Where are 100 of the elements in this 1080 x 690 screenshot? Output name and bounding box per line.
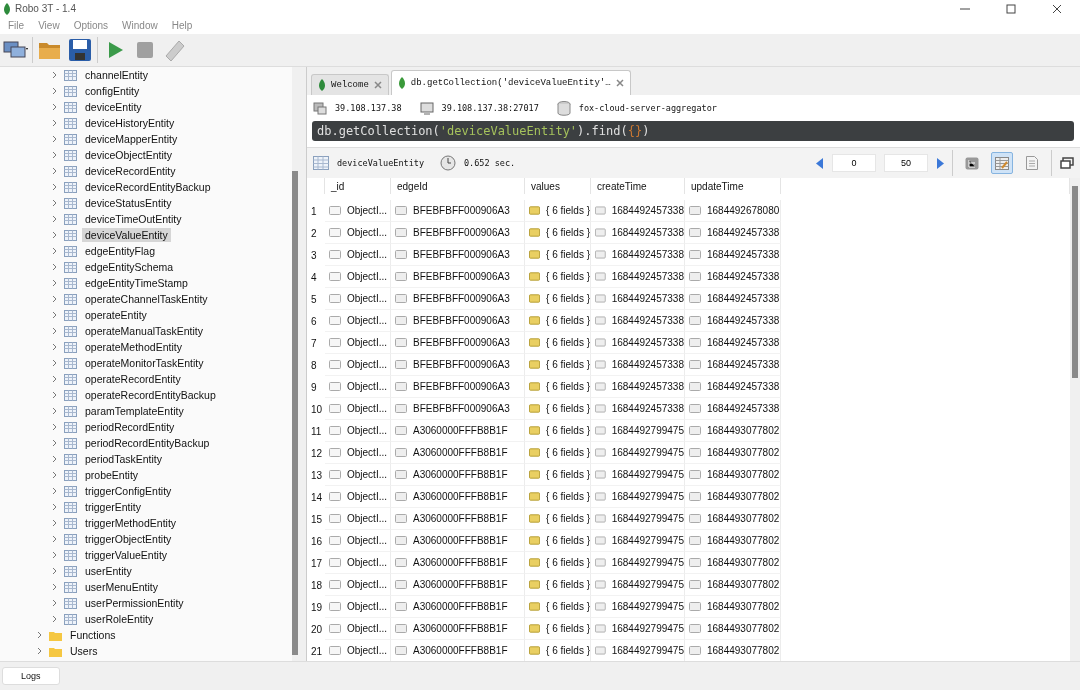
table-cell: A3060000FFFB8B1F xyxy=(413,601,508,612)
table-cell: 1684493077802 xyxy=(707,469,780,480)
tree-item[interactable]: periodTaskEntity xyxy=(82,452,166,466)
column-header[interactable]: _id xyxy=(328,180,345,192)
tree-item[interactable]: operateChannelTaskEntity xyxy=(82,292,211,306)
tree-item[interactable]: periodRecordEntityBackup xyxy=(82,436,213,450)
field-type-icon xyxy=(395,580,407,589)
tree-item[interactable]: Users xyxy=(67,644,101,658)
menu-item[interactable]: File xyxy=(2,20,33,31)
field-type-icon xyxy=(689,228,701,237)
table-cell: A3060000FFFB8B1F xyxy=(413,447,508,458)
table-cell: A3060000FFFB8B1F xyxy=(413,491,508,502)
column-header[interactable]: updateTime xyxy=(688,180,744,192)
table-cell: { 6 fields } xyxy=(546,491,590,502)
database-name: fox-cloud-server-aggregator xyxy=(578,103,717,113)
window-icon[interactable] xyxy=(1060,157,1074,169)
table-cell: 1684492457338 xyxy=(611,359,684,370)
row-number: 2 xyxy=(310,227,318,239)
tab-label: db.getCollection('deviceValueEntity'… xyxy=(410,78,611,88)
query-tab[interactable]: Welcome xyxy=(311,74,389,95)
tree-item[interactable]: operateRecordEntityBackup xyxy=(82,388,219,402)
query-tab[interactable]: db.getCollection('deviceValueEntity'… xyxy=(390,70,631,95)
row-number: 17 xyxy=(310,557,324,569)
table-icon xyxy=(64,261,77,273)
field-type-icon xyxy=(329,470,341,479)
tree-item[interactable]: operateRecordEntity xyxy=(82,372,184,386)
field-type-icon xyxy=(595,382,606,391)
tree-item[interactable]: operateMethodEntity xyxy=(82,340,185,354)
menu-item[interactable]: Window xyxy=(116,20,166,31)
menu-item[interactable]: Options xyxy=(67,20,117,31)
tree-item[interactable]: configEntity xyxy=(82,84,143,98)
leaf-icon xyxy=(397,77,406,89)
field-type-icon xyxy=(395,206,407,215)
tree-item[interactable]: deviceRecordEntityBackup xyxy=(82,180,214,194)
limit-field[interactable]: 50 xyxy=(884,154,928,172)
table-cell: ObjectI... xyxy=(347,579,387,590)
tree-item[interactable]: operateEntity xyxy=(82,308,150,322)
chevron-icon[interactable] xyxy=(36,631,44,639)
tree-item[interactable]: periodRecordEntity xyxy=(82,420,178,434)
scrollbar-thumb[interactable] xyxy=(292,171,298,655)
object-icon xyxy=(529,536,541,545)
table-cell: { 6 fields } xyxy=(546,337,590,348)
skip-field[interactable]: 0 xyxy=(832,154,876,172)
tree-item[interactable]: operateMonitorTaskEntity xyxy=(82,356,207,370)
tree-item[interactable]: deviceTimeOutEntity xyxy=(82,212,185,226)
tree-item[interactable]: deviceStatusEntity xyxy=(82,196,175,210)
table-icon xyxy=(64,165,77,177)
tree-item[interactable]: userRoleEntity xyxy=(82,612,157,626)
table-cell: 1684492457338 xyxy=(707,403,780,414)
field-type-icon xyxy=(395,426,407,435)
table-cell: 1684492799475 xyxy=(611,557,684,568)
menu-item[interactable]: Help xyxy=(165,20,201,31)
table-icon xyxy=(64,549,77,561)
tree-item[interactable]: deviceObjectEntity xyxy=(82,148,175,162)
table-cell: { 6 fields } xyxy=(546,381,590,392)
next-page-icon[interactable] xyxy=(936,157,944,169)
logs-tab[interactable]: Logs xyxy=(2,667,60,685)
view-mode-button[interactable] xyxy=(991,152,1013,174)
tree-item[interactable]: userEntity xyxy=(82,564,135,578)
table-cell: 1684492457338 xyxy=(611,293,684,304)
table-cell: 1684492457338 xyxy=(611,403,684,414)
column-header[interactable]: createTime xyxy=(594,180,647,192)
tree-item[interactable]: userMenuEntity xyxy=(82,580,161,594)
previous-page-icon[interactable] xyxy=(816,157,824,169)
table-cell: BFEBFBFF000906A3 xyxy=(413,205,510,216)
tree-item[interactable]: operateManualTaskEntity xyxy=(82,324,206,338)
field-type-icon xyxy=(395,536,407,545)
row-number: 4 xyxy=(310,271,318,283)
tree-item[interactable]: channelEntity xyxy=(82,68,152,82)
tree-item[interactable]: triggerEntity xyxy=(82,500,145,514)
table-cell: BFEBFBFF000906A3 xyxy=(413,403,510,414)
tree-item[interactable]: deviceEntity xyxy=(82,100,145,114)
tree-item[interactable]: probeEntity xyxy=(82,468,142,482)
menu-item[interactable]: View xyxy=(32,20,68,31)
tree-item[interactable]: Functions xyxy=(67,628,119,642)
tree-item[interactable]: triggerConfigEntity xyxy=(82,484,175,498)
table-cell: BFEBFBFF000906A3 xyxy=(413,315,510,326)
tree-item[interactable]: deviceValueEntity xyxy=(82,228,171,242)
column-header[interactable]: edgeId xyxy=(394,180,428,192)
table-icon xyxy=(64,565,77,577)
object-icon xyxy=(529,316,541,325)
tree-item[interactable]: deviceRecordEntity xyxy=(82,164,179,178)
save-icon[interactable] xyxy=(67,37,93,63)
table-cell: { 6 fields } xyxy=(546,293,590,304)
scrollbar-thumb[interactable] xyxy=(1072,186,1078,378)
tree-item[interactable]: edgeEntitySchema xyxy=(82,260,177,274)
table-cell: 1684493077802 xyxy=(707,557,780,568)
tree-item[interactable]: triggerMethodEntity xyxy=(82,516,180,530)
tree-item[interactable]: edgeEntityTimeStamp xyxy=(82,276,191,290)
table-cell: ObjectI... xyxy=(347,425,387,436)
column-header[interactable]: values xyxy=(528,180,560,192)
chevron-icon[interactable] xyxy=(36,647,44,655)
tree-item[interactable]: userPermissionEntity xyxy=(82,596,187,610)
tree-item[interactable]: deviceMapperEntity xyxy=(82,132,181,146)
tree-item[interactable]: triggerValueEntity xyxy=(82,548,171,562)
tree-item[interactable]: triggerObjectEntity xyxy=(82,532,175,546)
query-editor[interactable]: db.getCollection('deviceValueEntity').find({}) xyxy=(312,121,1074,141)
tree-item[interactable]: deviceHistoryEntity xyxy=(82,116,178,130)
tree-item[interactable]: paramTemplateEntity xyxy=(82,404,187,418)
tree-item[interactable]: edgeEntityFlag xyxy=(82,244,159,258)
